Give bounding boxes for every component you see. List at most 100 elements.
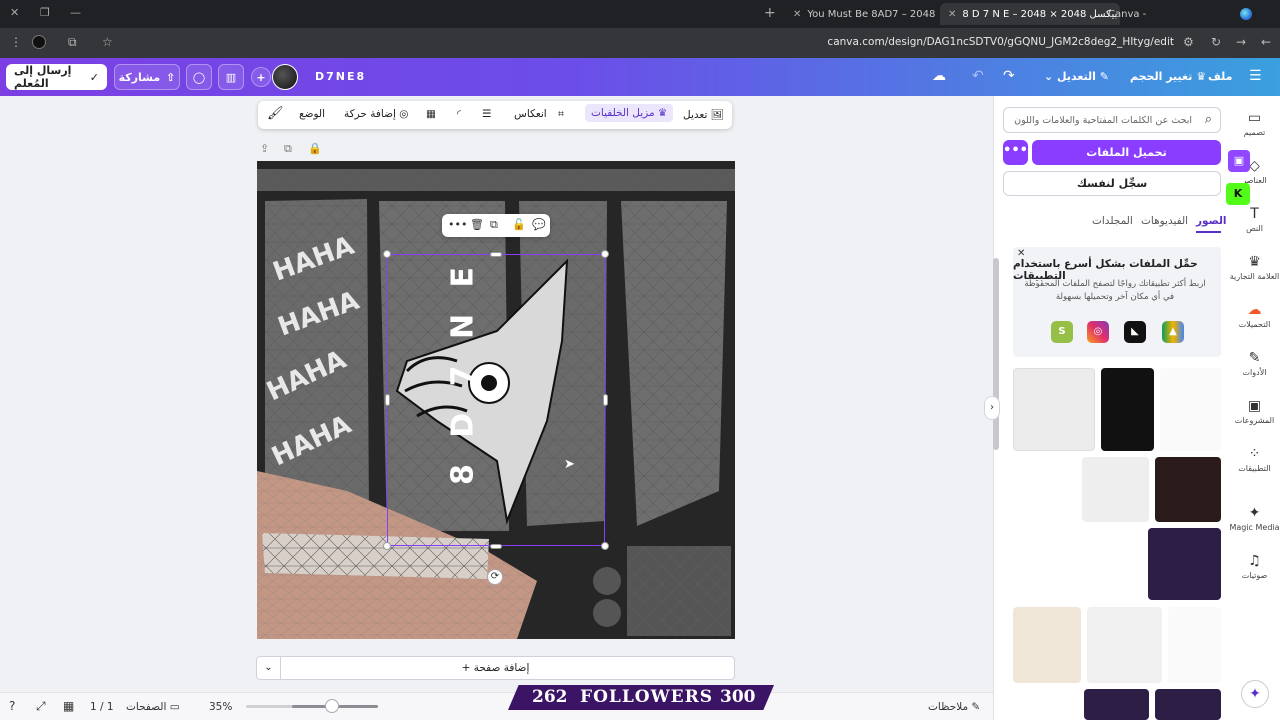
close-window-icon[interactable]: ✕ (10, 6, 19, 19)
resize-handle-bottom-left[interactable] (383, 542, 391, 550)
search-input[interactable]: ابحث عن الكلمات المفتاحية والعلامات والل… (1003, 107, 1221, 133)
pages-button[interactable]: الصفحات ▭ (126, 701, 180, 713)
crop-icon[interactable]: ⌗ (558, 108, 564, 121)
design-title[interactable]: D7NE8 (315, 70, 366, 83)
upload-thumbnail[interactable] (1155, 689, 1221, 720)
share-page-icon[interactable]: ⇪ (260, 142, 269, 155)
rail-uploads[interactable]: ☁ التحميلات (1229, 302, 1280, 329)
zoom-slider-thumb[interactable] (325, 699, 339, 713)
duplicate-icon[interactable]: ⧉ (490, 218, 498, 232)
rail-apps[interactable]: ⁘ التطبيقات (1229, 446, 1280, 473)
upload-thumbnail[interactable] (1168, 607, 1221, 683)
resize-menu[interactable]: تغيير الحجم ♛ (1130, 70, 1206, 83)
animate-button[interactable]: إضافة حركة ◎ (344, 108, 408, 120)
instagram-icon[interactable]: ◎ (1087, 321, 1109, 343)
profile-icon[interactable] (32, 35, 46, 49)
selection-frame[interactable] (387, 254, 605, 546)
lock-icon[interactable]: 🔓 (512, 218, 526, 231)
upload-thumbnail[interactable] (1013, 689, 1078, 720)
upload-thumbnail[interactable] (1155, 457, 1221, 522)
rail-brand[interactable]: ♛ العلامة التجارية (1229, 254, 1280, 281)
menu-dots-icon[interactable]: ⋮ (10, 35, 22, 49)
google-drive-icon[interactable]: ▲ (1162, 321, 1184, 343)
shopify-icon[interactable]: S (1051, 321, 1073, 343)
add-page-button[interactable]: ⌄ + إضافة صفحة (256, 656, 735, 680)
rail-text[interactable]: T النص (1229, 206, 1280, 233)
url-field[interactable]: canva.com/design/DAG1ncSDTV0/gGQNU_JGM2c… (827, 36, 1174, 48)
minimize-window-icon[interactable]: — (70, 6, 81, 19)
duplicate-page-icon[interactable]: ⧉ (284, 142, 292, 156)
background-remover-button[interactable]: مزيل الخلفيات ♛ (585, 104, 674, 122)
rail-audio[interactable]: ♫ صوتيات (1229, 553, 1280, 580)
resize-handle-right[interactable] (603, 394, 608, 406)
upload-thumbnail[interactable] (1101, 368, 1154, 451)
tab-images[interactable]: الصور (1196, 215, 1227, 227)
panel-scrollbar[interactable] (993, 258, 999, 450)
tab-close-icon[interactable]: ✕ (948, 9, 956, 20)
rail-tools[interactable]: ✎ الأدوات (1229, 350, 1280, 377)
upload-thumbnail[interactable] (1084, 689, 1149, 720)
resize-handle-top-right[interactable] (601, 250, 609, 258)
site-settings-icon[interactable]: ⚙ (1183, 35, 1194, 49)
insights-button[interactable]: ▥ (218, 64, 244, 90)
border-style-icon[interactable]: ☰ (482, 108, 491, 120)
tab-8d7ne[interactable]: ✕ 8 D 7 N E – 2048 × 2048 بيكسل (940, 3, 1120, 25)
grid-view-icon[interactable]: ▦ (63, 699, 74, 713)
transparency-icon[interactable]: ▦ (426, 108, 436, 120)
upload-thumbnail[interactable] (1087, 607, 1162, 683)
rail-design[interactable]: ▭ تصميم (1229, 110, 1280, 137)
undo-icon[interactable]: ↶ (972, 68, 984, 84)
tab-folders[interactable]: المجلدات (1092, 215, 1133, 227)
collapse-panel-icon[interactable]: › (984, 396, 1000, 420)
zoom-slider[interactable] (246, 705, 378, 708)
zoom-value[interactable]: 35% (209, 701, 232, 713)
edit-menu[interactable]: ⌄ التعديل ✎ (1044, 70, 1109, 83)
more-options-icon[interactable]: ••• (448, 218, 467, 231)
upload-thumbnail[interactable] (1148, 528, 1221, 600)
resize-handle-left[interactable] (385, 394, 390, 406)
new-tab-icon[interactable]: + (764, 5, 776, 21)
reload-icon[interactable]: ↻ (1211, 35, 1221, 49)
copy-style-icon[interactable]: 🖌 (267, 106, 284, 121)
resize-handle-top[interactable] (490, 252, 502, 257)
comment-icon[interactable]: 💬 (532, 218, 546, 231)
send-to-teacher-button[interactable]: إرسال إلى المُعلم ✓ (6, 64, 107, 90)
rail-projects[interactable]: ▣ المشروعات (1229, 398, 1280, 425)
upload-thumbnail[interactable] (1013, 607, 1081, 683)
upload-files-button[interactable]: تحميل الملفات (1032, 140, 1221, 165)
lock-page-icon[interactable]: 🔒 (308, 142, 322, 155)
bookmark-star-icon[interactable]: ☆ (102, 35, 113, 49)
back-icon[interactable]: ← (1261, 35, 1271, 49)
upload-thumbnail[interactable] (1013, 457, 1076, 522)
upload-thumbnail[interactable] (1013, 368, 1095, 451)
share-button[interactable]: مشاركة ⇧ (114, 64, 180, 90)
comment-button[interactable]: ◯ (186, 64, 212, 90)
file-menu[interactable]: ملف (1208, 70, 1232, 83)
tab-close-icon[interactable]: ✕ (793, 9, 801, 20)
resize-handle-bottom[interactable] (490, 544, 502, 549)
rotate-handle-icon[interactable]: ⟳ (487, 569, 503, 585)
upload-thumbnail[interactable] (1076, 528, 1142, 600)
resize-handle-bottom-right[interactable] (601, 542, 609, 550)
redo-icon[interactable]: ↷ (1003, 68, 1015, 84)
add-collaborator-button[interactable]: + (251, 67, 271, 87)
notes-button[interactable]: ملاحظات ✎ (928, 701, 980, 713)
upload-more-options-button[interactable]: ••• (1003, 140, 1028, 165)
flip-button[interactable]: انعكاس (514, 108, 547, 120)
upload-thumbnail[interactable] (1160, 368, 1221, 451)
upload-thumbnail[interactable] (1082, 457, 1149, 522)
hamburger-menu-icon[interactable]: ☰ (1249, 68, 1262, 84)
restore-window-icon[interactable]: ❐ (40, 6, 50, 19)
tab-videos[interactable]: الفيديوهات (1141, 215, 1188, 227)
resize-handle-top-left[interactable] (383, 250, 391, 258)
help-icon[interactable]: ? (9, 699, 15, 713)
rail-magic-media[interactable]: ✦ Magic Media (1229, 505, 1280, 532)
gmail-like-icon[interactable]: ◣ (1124, 321, 1146, 343)
record-yourself-button[interactable]: سجِّل لنفسك (1003, 171, 1221, 196)
position-button[interactable]: الوضع (299, 108, 325, 120)
upload-thumbnail[interactable] (1013, 528, 1070, 600)
forward-icon[interactable]: → (1236, 35, 1246, 49)
canva-assistant-icon[interactable]: ✦ (1241, 680, 1269, 708)
corner-rounding-icon[interactable]: ◜ (457, 108, 461, 120)
extensions-icon[interactable]: ⧉ (68, 35, 77, 50)
